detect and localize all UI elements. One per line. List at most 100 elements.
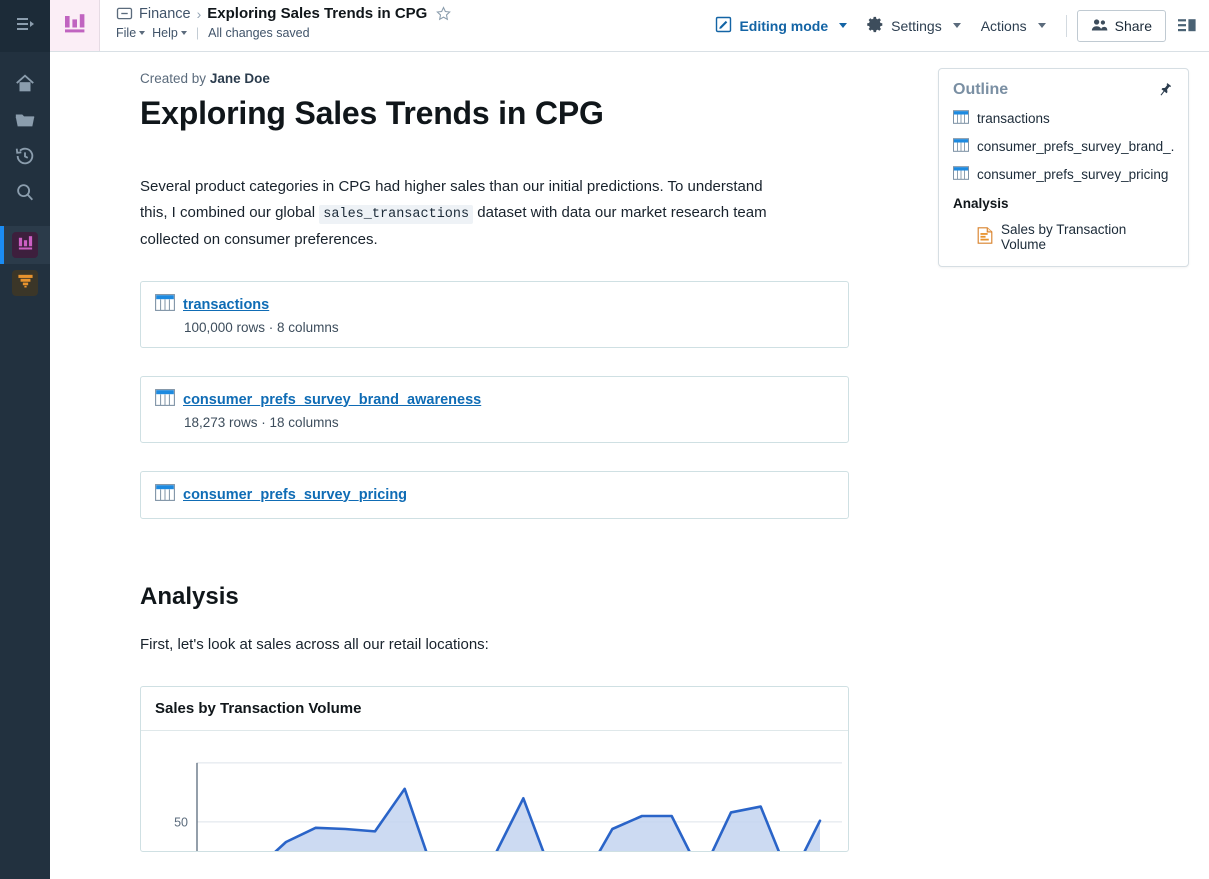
outline-subitem-chart[interactable]: Sales by Transaction Volume xyxy=(977,222,1174,252)
chart-card[interactable]: Sales by Transaction Volume 50 xyxy=(140,685,849,852)
chart-app-tile-surface xyxy=(12,232,38,258)
document-author: Jane Doe xyxy=(209,71,270,86)
toolbar-actions: Editing mode Settings Actions Share xyxy=(705,0,1209,51)
settings-button[interactable]: Settings xyxy=(857,10,971,42)
outline-item-pricing[interactable]: consumer_prefs_survey_pricing xyxy=(953,166,1174,183)
dataset-name-link[interactable]: consumer_prefs_survey_pricing xyxy=(183,487,407,503)
rail-nav-group xyxy=(0,66,50,210)
document-title: Exploring Sales Trends in CPG xyxy=(140,95,604,131)
gear-icon xyxy=(867,16,884,36)
document-menubar: File Help | All changes saved xyxy=(116,26,705,40)
dataset-card[interactable]: transactions 100,000 rows · 8 columns xyxy=(140,280,849,348)
sidebar-item-files[interactable] xyxy=(0,102,50,138)
outline-subitem-label: Sales by Transaction Volume xyxy=(1001,222,1127,252)
breadcrumb: Finance › Exploring Sales Trends in CPG xyxy=(116,5,705,22)
settings-label: Settings xyxy=(891,17,942,34)
outline-header: Outline xyxy=(953,81,1174,99)
left-icon-rail xyxy=(0,0,50,879)
dataset-card-header: consumer_prefs_survey_brand_awareness xyxy=(155,388,834,411)
table-icon xyxy=(155,388,175,411)
outline-item-label: consumer_prefs_survey_pricing xyxy=(977,167,1169,182)
chart-plot-area[interactable]: 50 xyxy=(141,731,848,851)
sidebar-item-home[interactable] xyxy=(0,66,50,102)
menu-file[interactable]: File xyxy=(116,26,146,40)
dataset-meta: 100,000 rows · 8 columns xyxy=(184,319,339,335)
top-toolbar: Finance › Exploring Sales Trends in CPG … xyxy=(50,0,1209,52)
history-icon xyxy=(14,145,36,167)
created-by-prefix: Created by xyxy=(140,71,207,86)
menu-file-label: File xyxy=(116,26,137,40)
folder-icon xyxy=(14,109,36,131)
breadcrumb-separator: › xyxy=(196,5,202,22)
area-chart: 50 xyxy=(174,761,842,851)
chevron-down-icon xyxy=(1037,23,1046,28)
funnel-app-tile[interactable] xyxy=(0,264,50,302)
dataset-meta: 18,273 rows · 18 columns xyxy=(184,414,339,430)
pencil-square-icon xyxy=(715,16,732,36)
editing-mode-label: Editing mode xyxy=(739,17,829,34)
funnel-app-tile-surface xyxy=(12,270,38,296)
table-icon xyxy=(953,166,970,183)
search-icon xyxy=(14,181,36,203)
svg-text:50: 50 xyxy=(174,815,188,829)
dataset-card-header: transactions xyxy=(155,293,834,316)
save-status: All changes saved xyxy=(208,26,310,40)
chart-app-tile[interactable] xyxy=(0,226,50,264)
outline-section-analysis[interactable]: Analysis xyxy=(953,196,1174,211)
table-icon xyxy=(155,483,175,506)
toolbar-divider xyxy=(1065,14,1067,37)
funnel-icon xyxy=(17,272,34,294)
app-logo[interactable] xyxy=(50,0,100,51)
sidebar-item-search[interactable] xyxy=(0,174,50,210)
bar-chart-logo-icon xyxy=(62,10,88,41)
editing-mode-button[interactable]: Editing mode xyxy=(705,10,857,42)
home-icon xyxy=(14,73,36,95)
dataset-card[interactable]: consumer_prefs_survey_brand_awareness 18… xyxy=(140,375,849,443)
toggle-right-panel-icon[interactable] xyxy=(1176,16,1198,36)
intro-paragraph: Several product categories in CPG had hi… xyxy=(140,174,788,253)
chevron-down-icon xyxy=(839,23,848,28)
star-outline-icon[interactable] xyxy=(436,6,452,21)
document-content: Created by Jane Doe Exploring Sales Tren… xyxy=(140,52,900,852)
dataset-card[interactable]: consumer_prefs_survey_pricing xyxy=(140,470,849,519)
created-by-line: Created by Jane Doe xyxy=(140,71,900,86)
chart-card-title: Sales by Transaction Volume xyxy=(141,687,848,731)
people-icon xyxy=(1091,17,1108,35)
breadcrumb-parent[interactable]: Finance xyxy=(139,6,191,22)
rail-apps-group xyxy=(0,226,50,302)
dataset-card-header: consumer_prefs_survey_pricing xyxy=(155,483,834,506)
analysis-heading: Analysis xyxy=(140,582,239,610)
outline-title: Outline xyxy=(953,81,1009,98)
folder-outline-icon xyxy=(116,5,133,22)
outline-panel: Outline transactions consumer_prefs_surv… xyxy=(938,68,1189,267)
table-icon xyxy=(953,110,970,127)
pin-icon[interactable] xyxy=(1156,81,1174,99)
outline-item-label: transactions xyxy=(977,111,1050,126)
actions-label: Actions xyxy=(980,17,1027,34)
actions-button[interactable]: Actions xyxy=(971,12,1056,40)
breadcrumb-area: Finance › Exploring Sales Trends in CPG … xyxy=(100,0,705,51)
share-label: Share xyxy=(1114,17,1152,34)
menu-help[interactable]: Help xyxy=(152,26,187,40)
outline-item-transactions[interactable]: transactions xyxy=(953,110,1174,127)
sidebar-collapse-area[interactable] xyxy=(0,0,50,52)
outline-item-brand-awareness[interactable]: consumer_prefs_survey_brand_... xyxy=(953,138,1174,155)
menubar-divider: | xyxy=(195,26,200,40)
table-icon xyxy=(953,138,970,155)
table-icon xyxy=(155,293,175,316)
menu-help-label: Help xyxy=(152,26,178,40)
dataset-name-link[interactable]: consumer_prefs_survey_brand_awareness xyxy=(183,392,481,408)
analysis-paragraph: First, let's look at sales across all ou… xyxy=(140,635,489,653)
chevron-down-icon xyxy=(180,31,187,35)
share-button[interactable]: Share xyxy=(1076,9,1166,42)
expand-sidebar-icon[interactable] xyxy=(14,13,36,40)
bar-chart-icon xyxy=(17,234,34,256)
outline-item-label: consumer_prefs_survey_brand_... xyxy=(977,139,1174,154)
sidebar-item-history[interactable] xyxy=(0,138,50,174)
chart-doc-icon xyxy=(977,227,993,247)
inline-code-dataset: sales_transactions xyxy=(319,204,474,224)
chevron-down-icon xyxy=(139,31,146,35)
page-title: Exploring Sales Trends in CPG xyxy=(207,5,428,22)
dataset-name-link[interactable]: transactions xyxy=(183,297,269,313)
chevron-down-icon xyxy=(952,23,961,28)
